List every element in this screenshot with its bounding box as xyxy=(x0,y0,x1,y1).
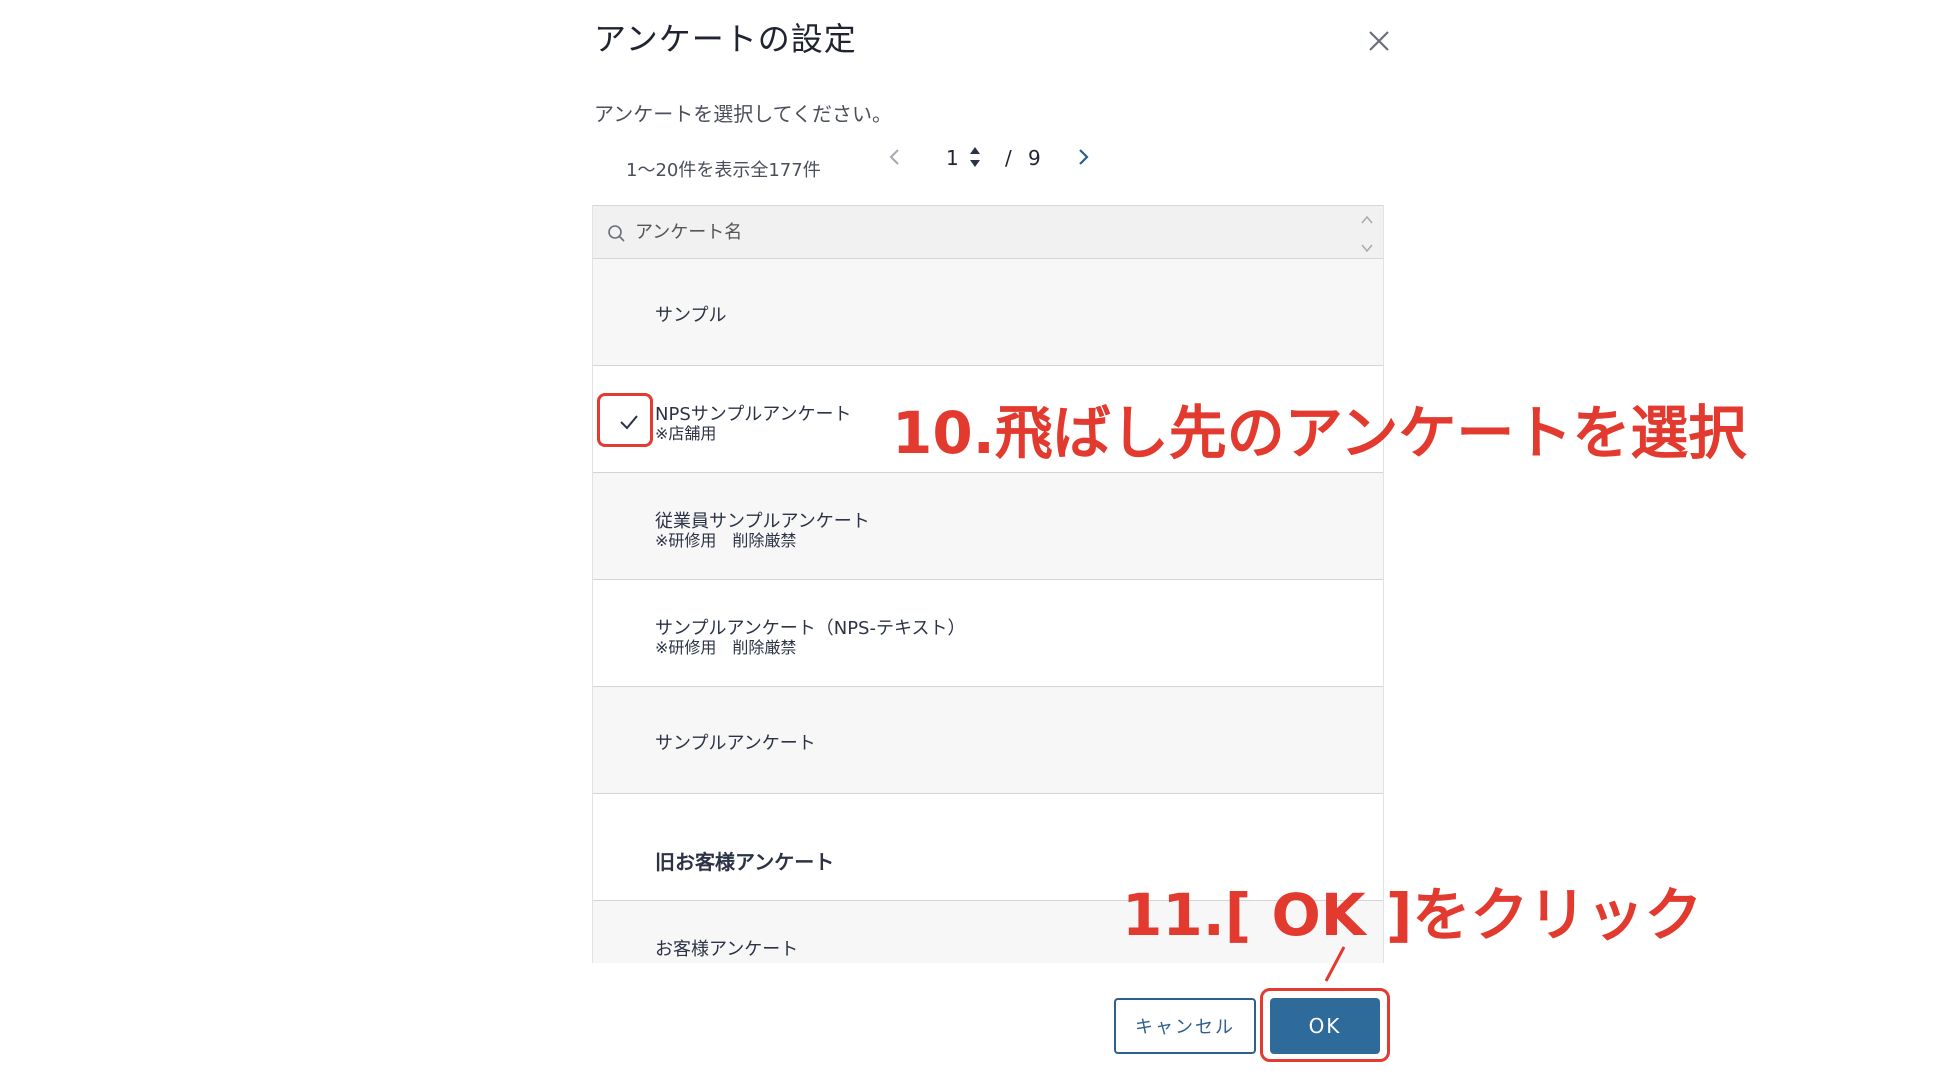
survey-name: サンプル xyxy=(655,305,727,326)
survey-note: ※店舗用 xyxy=(655,424,717,443)
check-icon xyxy=(620,415,638,430)
list-item[interactable]: 従業員サンプルアンケート ※研修用 削除厳禁 xyxy=(593,473,1383,580)
chevron-left-icon[interactable] xyxy=(884,146,906,168)
list-item[interactable]: サンプル xyxy=(593,259,1383,366)
survey-list: サンプル NPSサンプルアンケート ※店舗用 従業員サンプルアンケート ※研修用… xyxy=(592,205,1384,963)
instruction-text: アンケートを選択してください。 xyxy=(594,102,892,126)
dialog-title: アンケートの設定 xyxy=(594,20,857,58)
sort-up-icon[interactable] xyxy=(1359,212,1375,226)
selection-highlight xyxy=(597,393,653,447)
close-icon[interactable] xyxy=(1364,26,1394,56)
annotation-step-10: 10.飛ばし先のアンケートを選択 xyxy=(892,399,1747,467)
page-number-input[interactable]: 1 xyxy=(946,146,959,170)
survey-name: サンプルアンケート xyxy=(655,733,816,754)
search-input[interactable] xyxy=(635,216,1275,248)
survey-note: ※研修用 削除厳禁 xyxy=(655,531,797,550)
annotation-step-11: 11.[ OK ]をクリック xyxy=(1122,881,1703,949)
sort-down-icon[interactable] xyxy=(1359,240,1375,254)
survey-name: お客様アンケート xyxy=(655,939,799,960)
annotation-pointer xyxy=(1324,946,1346,982)
pagination-range: 1〜20件を表示全177件 xyxy=(626,160,821,181)
chevron-right-icon[interactable] xyxy=(1072,146,1094,168)
search-icon xyxy=(607,224,627,244)
ok-button[interactable]: OK xyxy=(1270,998,1380,1054)
survey-name: 旧お客様アンケート xyxy=(655,850,835,874)
list-item[interactable]: サンプルアンケート xyxy=(593,687,1383,794)
search-row xyxy=(593,205,1383,259)
total-pages: 9 xyxy=(1028,146,1041,170)
survey-note: ※研修用 削除厳禁 xyxy=(655,638,797,657)
spinner-icon[interactable] xyxy=(968,144,982,170)
cancel-button[interactable]: キャンセル xyxy=(1114,998,1256,1054)
page-separator: / xyxy=(1005,146,1012,170)
list-item[interactable]: サンプルアンケート（NPS-テキスト） ※研修用 削除厳禁 xyxy=(593,580,1383,687)
